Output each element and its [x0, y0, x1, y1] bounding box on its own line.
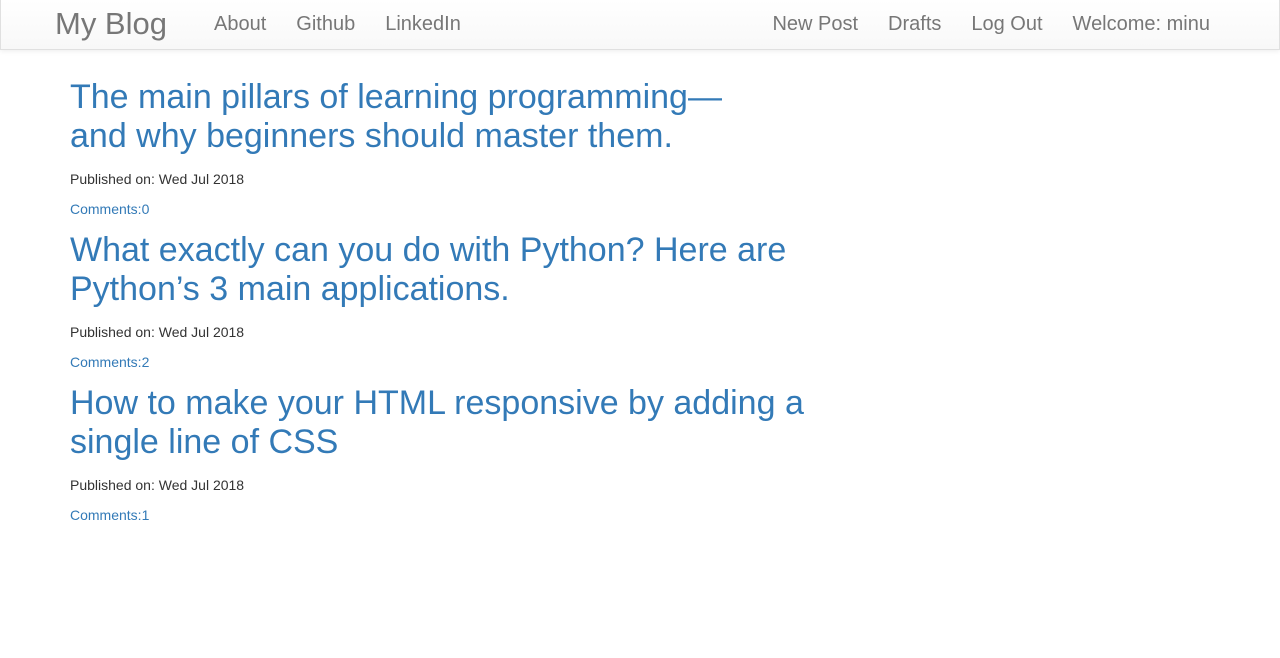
post-title-link[interactable]: The main pillars of learning programming… [70, 78, 775, 156]
top-navbar: My Blog About Github LinkedIn New Post D… [0, 0, 1280, 50]
brand-link[interactable]: My Blog [55, 0, 167, 49]
post-published-date: Published on: Wed Jul 2018 [70, 171, 245, 187]
post-item: What exactly can you do with Python? Her… [70, 231, 830, 372]
nav-logout-link[interactable]: Log Out [956, 0, 1057, 49]
welcome-user-text: Welcome: minu [1072, 13, 1210, 35]
nav-drafts-link[interactable]: Drafts [873, 0, 956, 49]
nav-about-link[interactable]: About [199, 0, 281, 49]
post-comments-link[interactable]: Comments:0 [70, 199, 149, 219]
post-title-link[interactable]: What exactly can you do with Python? Her… [70, 231, 830, 309]
nav-left-menu: About Github LinkedIn [199, 0, 476, 49]
post-item: The main pillars of learning programming… [70, 78, 830, 219]
navbar-container: My Blog About Github LinkedIn New Post D… [55, 0, 1225, 49]
post-item: How to make your HTML responsive by addi… [70, 384, 830, 525]
nav-right-menu: New Post Drafts Log Out Welcome: minu [757, 0, 1225, 49]
post-list: The main pillars of learning programming… [70, 78, 830, 537]
post-title-link[interactable]: How to make your HTML responsive by addi… [70, 384, 830, 462]
post-comments-link[interactable]: Comments:1 [70, 505, 149, 525]
post-published-date: Published on: Wed Jul 2018 [70, 324, 245, 340]
nav-github-link[interactable]: Github [281, 0, 370, 49]
post-published-date: Published on: Wed Jul 2018 [70, 477, 245, 493]
nav-new-post-link[interactable]: New Post [757, 0, 873, 49]
nav-linkedin-link[interactable]: LinkedIn [370, 0, 476, 49]
post-comments-link[interactable]: Comments:2 [70, 352, 149, 372]
